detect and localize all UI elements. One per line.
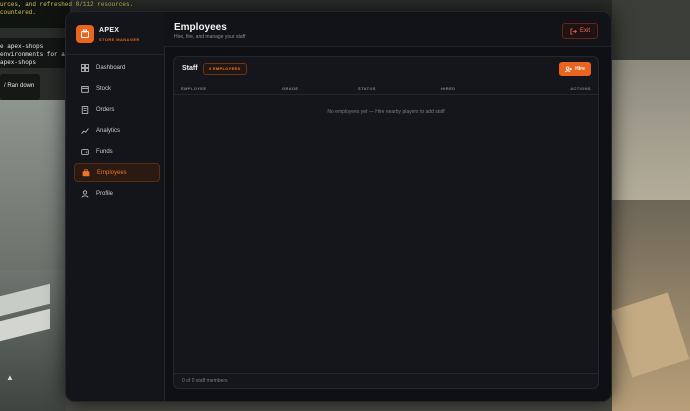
hire-label: Hire bbox=[575, 66, 585, 72]
brand-subtitle: STORE MANAGER bbox=[99, 37, 140, 42]
sidebar-item-label: Analytics bbox=[96, 127, 121, 134]
sidebar-item-label: Funds bbox=[96, 148, 113, 155]
sidebar-item-stock[interactable]: Stock bbox=[74, 79, 160, 98]
staff-title: Staff bbox=[182, 65, 198, 72]
console-line: e apex-shops bbox=[0, 43, 44, 50]
brand-name: APEX bbox=[99, 27, 120, 34]
chart-icon bbox=[81, 127, 89, 135]
sidebar-item-label: Employees bbox=[97, 169, 127, 176]
sidebar-item-label: Stock bbox=[96, 85, 112, 92]
exit-label: Exit bbox=[579, 28, 590, 34]
sidebar-nav: Dashboard Stock Orders Analytics Funds E… bbox=[74, 58, 160, 205]
staff-panel-header: Staff 0 EMPLOYEES Hire bbox=[174, 57, 598, 81]
box-icon bbox=[81, 85, 89, 93]
console-line: apex-shops bbox=[0, 59, 37, 66]
column-header-actions: ACTIONS bbox=[570, 86, 591, 91]
divider bbox=[66, 54, 164, 55]
console-line: environments for ap bbox=[0, 51, 69, 58]
employee-count-badge: 0 EMPLOYEES bbox=[203, 63, 247, 75]
background-object bbox=[612, 0, 690, 60]
store-manager-window: APEX STORE MANAGER Dashboard Stock Order… bbox=[65, 11, 612, 402]
page-header: Employees Hire, fire, and manage your st… bbox=[164, 12, 611, 47]
briefcase-icon bbox=[82, 168, 90, 177]
add-user-icon bbox=[565, 65, 573, 72]
column-header-hired: HIRED bbox=[441, 86, 456, 91]
empty-state-message: No employees yet — Hire nearby players t… bbox=[327, 109, 445, 115]
staff-count-text: 0 of 0 staff members bbox=[182, 378, 228, 384]
user-icon bbox=[81, 189, 89, 198]
exit-icon bbox=[570, 27, 577, 35]
table-footer: 0 of 0 staff members bbox=[174, 373, 598, 388]
page-title: Employees bbox=[174, 22, 227, 33]
hire-button[interactable]: Hire bbox=[559, 62, 591, 76]
background-wall bbox=[0, 100, 66, 270]
dashboard-icon bbox=[81, 63, 89, 72]
column-header-status: STATUS bbox=[358, 86, 376, 91]
wallet-icon bbox=[81, 148, 89, 156]
sidebar-item-dashboard[interactable]: Dashboard bbox=[74, 58, 160, 77]
sidebar-item-funds[interactable]: Funds bbox=[74, 142, 160, 161]
sidebar: APEX STORE MANAGER Dashboard Stock Order… bbox=[66, 12, 165, 401]
console-line: urces, and refreshed 0/112 resources. bbox=[0, 1, 134, 8]
exit-button[interactable]: Exit bbox=[562, 23, 598, 39]
game-hud-icon: ▲ bbox=[6, 373, 14, 382]
column-header-employee: EMPLOYEE bbox=[181, 86, 207, 91]
sidebar-item-employees[interactable]: Employees bbox=[74, 163, 160, 182]
sidebar-item-profile[interactable]: Profile bbox=[74, 184, 160, 203]
page-subtitle: Hire, fire, and manage your staff bbox=[174, 34, 246, 40]
sidebar-item-analytics[interactable]: Analytics bbox=[74, 121, 160, 140]
column-header-grade: GRADE bbox=[282, 86, 299, 91]
sidebar-item-label: Dashboard bbox=[96, 64, 126, 71]
background-object bbox=[612, 60, 690, 200]
tooltip-text: / Ran down bbox=[4, 83, 35, 89]
table-header: EMPLOYEE GRADE STATUS HIRED ACTIONS bbox=[174, 83, 598, 95]
sidebar-item-orders[interactable]: Orders bbox=[74, 100, 160, 119]
game-tooltip: / Ran down bbox=[0, 74, 40, 100]
console-line: countered. bbox=[0, 9, 37, 16]
staff-panel: Staff 0 EMPLOYEES Hire EMPLOYEE GRADE ST… bbox=[173, 56, 599, 389]
brand: APEX STORE MANAGER bbox=[76, 25, 164, 45]
sidebar-item-label: Orders bbox=[96, 106, 115, 113]
sidebar-item-label: Profile bbox=[96, 190, 114, 197]
store-icon bbox=[76, 25, 94, 43]
receipt-icon bbox=[81, 105, 89, 114]
